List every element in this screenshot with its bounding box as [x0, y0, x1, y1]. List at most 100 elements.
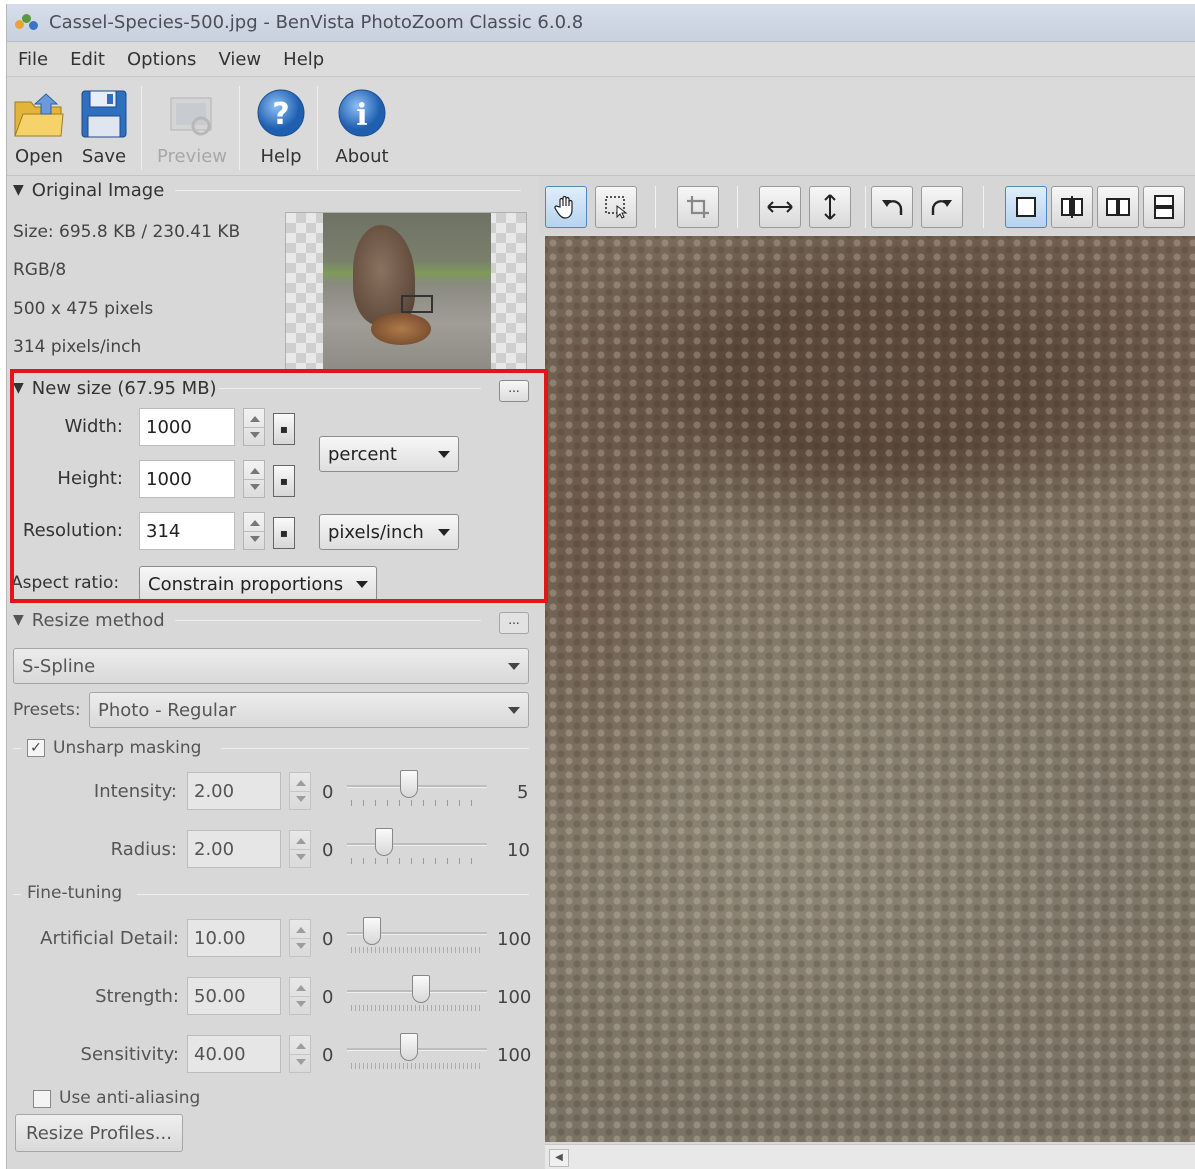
radius-input[interactable]: 2.00 — [187, 830, 281, 868]
toolbar-separator — [737, 186, 738, 228]
stacked-view-icon — [1154, 195, 1174, 219]
aspect-ratio-select[interactable]: Constrain proportions — [139, 566, 377, 602]
strength-max: 100 — [497, 987, 532, 1008]
intensity-slider[interactable] — [347, 770, 487, 810]
flip-vertical-button[interactable] — [809, 186, 851, 228]
original-image-header[interactable]: ▼ Original Image — [13, 178, 164, 202]
help-button[interactable]: ? Help — [253, 84, 309, 172]
section-divider — [13, 748, 21, 749]
sensitivity-spinner[interactable] — [289, 1035, 311, 1073]
single-view-button[interactable] — [1005, 186, 1047, 228]
slider-thumb[interactable] — [363, 917, 381, 945]
resize-method-select[interactable]: S-Spline — [13, 648, 529, 684]
collapse-triangle-icon: ▼ — [13, 380, 24, 396]
about-button[interactable]: i About — [329, 84, 395, 172]
resolution-spinner[interactable] — [243, 512, 265, 550]
hand-icon — [554, 195, 573, 219]
width-link-toggle[interactable]: ▪ — [273, 413, 295, 445]
rotate-left-button[interactable] — [871, 186, 913, 228]
side-by-side-view-button[interactable] — [1097, 186, 1139, 228]
chevron-down-icon — [356, 580, 368, 588]
menu-options[interactable]: Options — [116, 49, 207, 70]
image-resolution: 314 pixels/inch — [13, 337, 142, 357]
width-input[interactable]: 1000 — [139, 408, 235, 446]
horizontal-scrollbar[interactable]: ◀ — [545, 1144, 1195, 1169]
menu-view[interactable]: View — [207, 49, 272, 70]
height-input[interactable]: 1000 — [139, 460, 235, 498]
presets-label: Presets: — [13, 700, 81, 720]
open-button[interactable]: Open — [11, 84, 67, 172]
preview-button[interactable]: Preview — [155, 84, 229, 172]
select-tool-button[interactable] — [595, 186, 637, 228]
original-thumbnail[interactable] — [285, 212, 527, 370]
intensity-spinner[interactable] — [289, 772, 311, 810]
resize-profiles-button[interactable]: Resize Profiles... — [15, 1114, 183, 1152]
settings-panel: ▼ Original Image Size: 695.8 KB / 230.41… — [7, 176, 539, 1169]
menu-file[interactable]: File — [7, 49, 59, 70]
artificial-detail-max: 100 — [497, 929, 532, 950]
sensitivity-slider[interactable] — [347, 1033, 487, 1073]
viewport-selection[interactable] — [401, 295, 433, 313]
split-view-button[interactable] — [1051, 186, 1093, 228]
strength-slider[interactable] — [347, 975, 487, 1015]
strength-input[interactable]: 50.00 — [187, 977, 281, 1015]
size-unit-select[interactable]: percent — [319, 436, 459, 472]
rotate-right-button[interactable] — [921, 186, 963, 228]
new-size-options-button[interactable]: ... — [499, 380, 529, 402]
unsharp-masking-checkbox[interactable]: ✓ — [27, 739, 45, 757]
presets-select[interactable]: Photo - Regular — [89, 692, 529, 728]
crop-tool-button[interactable] — [677, 186, 719, 228]
help-label: Help — [260, 146, 302, 167]
slider-thumb[interactable] — [400, 770, 418, 798]
height-link-toggle[interactable]: ▪ — [273, 465, 295, 497]
anti-aliasing-checkbox[interactable] — [33, 1090, 51, 1108]
image-preview-canvas[interactable] — [545, 236, 1195, 1142]
resize-method-options-button[interactable]: ... — [499, 612, 529, 634]
resize-method-header[interactable]: ▼ Resize method — [13, 608, 165, 632]
stacked-view-button[interactable] — [1143, 186, 1185, 228]
chevron-down-icon — [508, 662, 520, 670]
collapse-triangle-icon: ▼ — [13, 182, 24, 198]
save-button[interactable]: Save — [77, 84, 131, 172]
pan-tool-button[interactable] — [545, 186, 587, 228]
artificial-detail-input[interactable]: 10.00 — [187, 919, 281, 957]
slider-thumb[interactable] — [400, 1033, 418, 1061]
svg-text:i: i — [356, 98, 367, 133]
rotate-right-icon — [931, 200, 952, 215]
resolution-unit-select[interactable]: pixels/inch — [319, 514, 459, 550]
image-dimensions: 500 x 475 pixels — [13, 299, 154, 319]
unsharp-masking-label: Unsharp masking — [53, 738, 202, 758]
artificial-detail-spinner[interactable] — [289, 919, 311, 957]
menu-help[interactable]: Help — [272, 49, 335, 70]
width-spinner[interactable] — [243, 408, 265, 446]
intensity-input[interactable]: 2.00 — [187, 772, 281, 810]
sensitivity-input[interactable]: 40.00 — [187, 1035, 281, 1073]
radius-slider[interactable] — [347, 828, 487, 868]
section-divider — [175, 190, 521, 191]
app-icon — [13, 12, 41, 34]
new-size-header[interactable]: ▼ New size (67.95 MB) — [13, 376, 217, 400]
strength-spinner[interactable] — [289, 977, 311, 1015]
scroll-left-icon[interactable]: ◀ — [549, 1149, 569, 1167]
height-label: Height: — [57, 468, 123, 489]
about-label: About — [335, 146, 389, 167]
slider-thumb[interactable] — [375, 828, 393, 856]
slider-thumb[interactable] — [412, 975, 430, 1003]
view-toolbar — [539, 176, 1195, 234]
sensitivity-label: Sensitivity: — [80, 1044, 179, 1065]
height-spinner[interactable] — [243, 460, 265, 498]
radius-spinner[interactable] — [289, 830, 311, 868]
menu-edit[interactable]: Edit — [59, 49, 116, 70]
radius-label: Radius: — [110, 839, 177, 860]
flip-horizontal-button[interactable] — [759, 186, 801, 228]
folder-open-icon — [11, 84, 67, 138]
width-label: Width: — [64, 416, 123, 437]
resolution-input[interactable]: 314 — [139, 512, 235, 550]
preview-icon — [155, 84, 229, 138]
svg-text:?: ? — [272, 97, 289, 132]
toolbar-separator — [141, 86, 142, 170]
radius-min: 0 — [322, 840, 334, 861]
artificial-detail-slider[interactable] — [347, 917, 487, 957]
resolution-link-toggle[interactable]: ▪ — [273, 517, 295, 549]
toolbar-separator — [865, 186, 866, 228]
